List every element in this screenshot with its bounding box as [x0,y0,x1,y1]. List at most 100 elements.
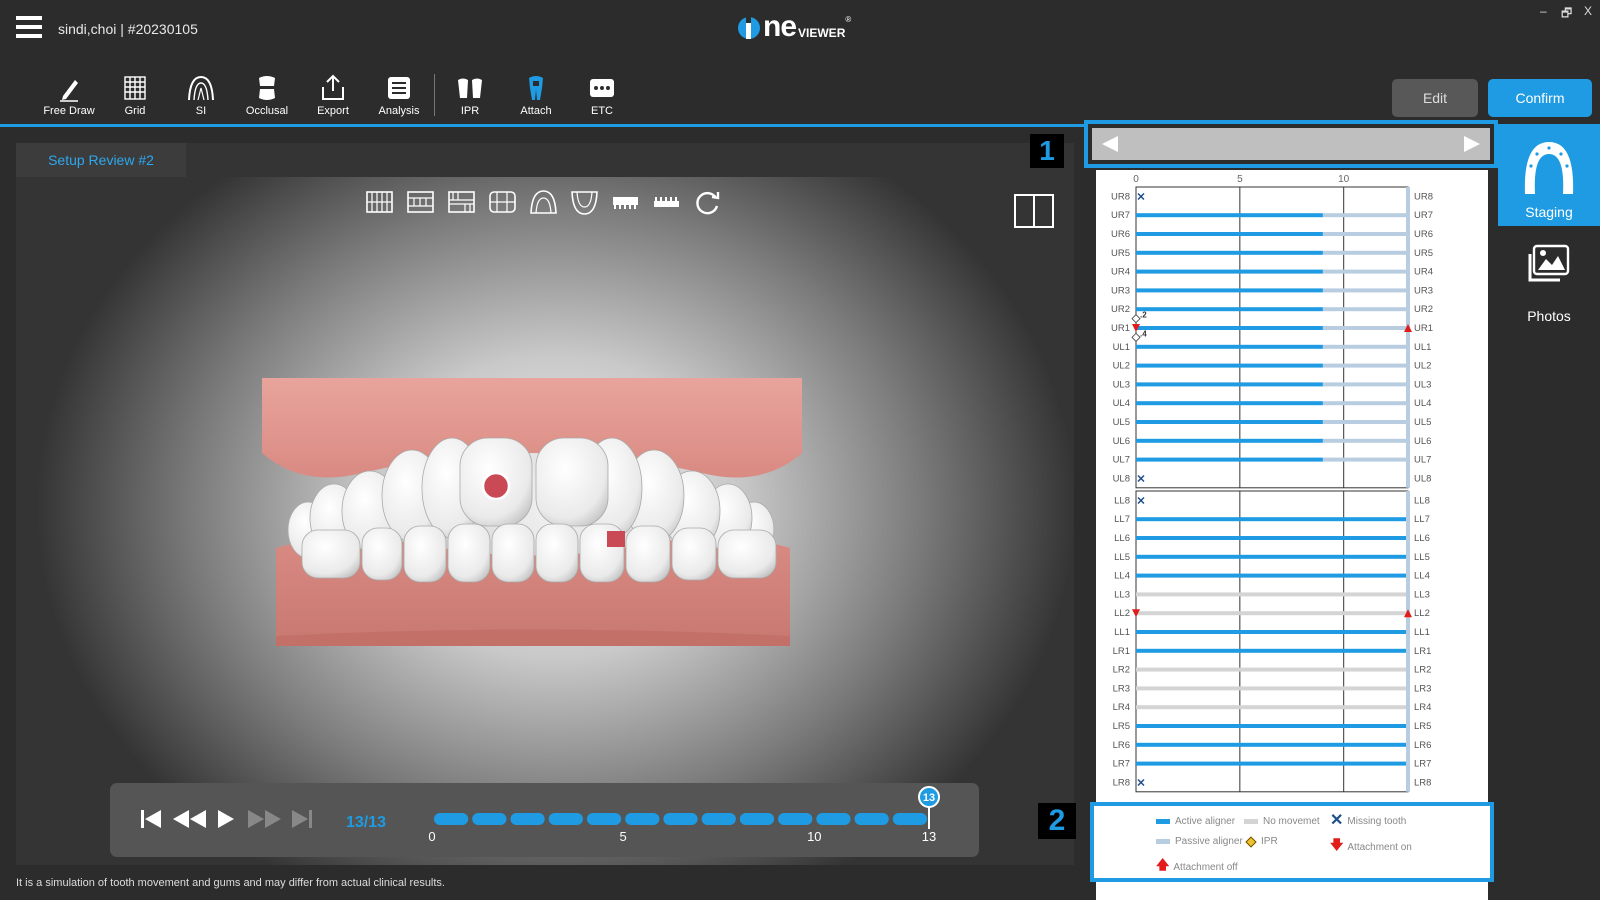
timeline-segment[interactable] [892,813,927,825]
left-view-icon[interactable] [487,188,518,216]
timeline-segment[interactable] [778,813,813,825]
playback-bar: 13/13 0 5 10 13 13 [110,783,979,857]
no-movement-bar [1136,592,1406,597]
chart-row-label: LL6 [1114,533,1130,544]
prev-arrow-icon[interactable] [1102,136,1118,152]
arrow-up-icon: 🡅 [1156,857,1170,872]
analysis-tool[interactable]: Analysis [366,74,432,120]
occlusal-icon [259,76,275,100]
chart-row-label: UL3 [1113,379,1130,390]
reset-rotation-icon[interactable] [692,188,723,216]
staging-chart-svg: 0 5 10 UR8 UR8 ✕ UR7 UR7 UR6 UR6 UR5 UR5 UR4 UR4 UR3 UR… [1111,174,1433,793]
sidebar-item-staging[interactable]: Staging [1498,124,1600,226]
chart-row-label-right: LL6 [1414,533,1430,544]
timeline-segment[interactable] [434,813,469,825]
staging-chart: 0 5 10 UR8 UR8 ✕ UR7 UR7 UR6 UR6 UR5 UR5 UR4 UR4 UR3 UR… [1096,170,1488,802]
ipr-tool[interactable]: IPR [437,74,503,120]
logo-text: ne [763,10,797,43]
missing-tooth-mark: ✕ [1136,495,1145,507]
next-arrow-icon[interactable] [1464,136,1480,152]
no-movement-bar [1136,686,1406,691]
no-movement-bar [1136,667,1406,672]
chart-row-label-right: UR4 [1414,267,1433,278]
ipr-icon [458,77,482,100]
passive-aligner-bar [1322,288,1406,293]
chart-row-label-right: LR3 [1414,683,1431,694]
front-view-icon[interactable] [364,188,395,216]
callout-marker-2: 2 [1038,803,1076,839]
chart-row-label: UL4 [1113,398,1130,409]
chart-row-label-right: LR8 [1414,777,1431,788]
close-button[interactable]: X [1584,4,1592,18]
edit-button[interactable]: Edit [1392,79,1478,117]
restore-button[interactable]: 🗗 [1561,4,1572,25]
timeline-segment[interactable] [510,813,545,825]
bottom-view-icon[interactable] [446,188,477,216]
chart-row-label: UL2 [1113,361,1130,372]
ipr-label: IPR [460,105,480,117]
legend-attachment-off-label: Attachment off [1173,861,1238,873]
active-aligner-bar [1136,457,1323,462]
grid-label: Grid [124,105,146,117]
chart-row-label: LR8 [1113,777,1130,788]
grid-tool[interactable]: Grid [102,74,168,120]
toolbar-separator [434,74,435,116]
passive-aligner-bar [1322,344,1406,349]
chart-row-label-right: UL6 [1414,436,1431,447]
upper-arch-icon[interactable] [528,188,559,216]
split-view-button[interactable] [1014,194,1054,228]
lower-arch-icon[interactable] [569,188,600,216]
ellipsis-icon [590,79,614,97]
timeline-slider[interactable]: 0 5 10 13 13 [110,783,979,857]
top-view-icon[interactable] [405,188,436,216]
active-aligner-bar [1136,288,1323,293]
timeline-segment[interactable] [663,813,698,825]
export-label: Export [317,105,349,117]
timeline-segment[interactable] [816,813,851,825]
dental-model[interactable] [262,378,802,658]
si-tool[interactable]: SI [168,74,234,120]
timeline-segment[interactable] [472,813,507,825]
timeline-segment[interactable] [548,813,583,825]
passive-aligner-bar [1322,213,1406,218]
chart-row-label-right: LR6 [1414,740,1431,751]
sidebar-item-photos[interactable]: Photos [1498,238,1600,338]
menu-icon[interactable] [16,16,42,42]
confirm-button[interactable]: Confirm [1488,79,1592,117]
free-draw-tool[interactable]: Free Draw [36,74,102,120]
legend-attachment-on: 🡇 Attachment on [1330,836,1412,858]
passive-aligner-bar [1322,457,1406,462]
minimize-button[interactable]: – [1540,4,1547,18]
missing-tooth-mark: ✕ [1136,777,1145,789]
timeline-segment[interactable] [739,813,775,825]
chart-row-label: UR3 [1111,285,1130,296]
active-aligner-bar [1136,573,1406,578]
legend-missing-label: Missing tooth [1347,815,1407,827]
active-aligner-bar [1136,742,1406,747]
attach-tool[interactable]: Attach [503,74,569,120]
active-aligner-bar [1136,344,1323,349]
timeline-segment[interactable] [586,813,622,825]
occlusal-label: Occlusal [245,105,289,117]
chart-row-label-right: LR1 [1414,646,1431,657]
legend-passive: Passive aligner [1156,836,1243,847]
grid-icon [124,76,146,100]
lower-jaw-icon[interactable] [651,188,682,216]
timeline-segment[interactable] [625,813,660,825]
tab-setup-review[interactable]: Setup Review #2 [16,143,186,177]
stage-navigator-track [1092,128,1490,160]
chart-row-label: LR3 [1113,683,1130,694]
export-tool[interactable]: Export [300,74,366,120]
panel-footer [1096,882,1488,900]
timeline-segment[interactable] [701,813,736,825]
missing-x-icon: ✕ [1330,812,1344,829]
si-label: SI [195,105,207,117]
active-aligner-bar [1136,554,1406,559]
timeline-segment[interactable] [854,813,889,825]
etc-tool[interactable]: ETC [569,74,635,120]
active-aligner-bar [1136,761,1406,766]
occlusal-tool[interactable]: Occlusal [234,74,300,120]
right-sidebar [1498,120,1600,900]
active-aligner-bar [1136,724,1406,728]
upper-jaw-icon[interactable] [610,188,641,216]
